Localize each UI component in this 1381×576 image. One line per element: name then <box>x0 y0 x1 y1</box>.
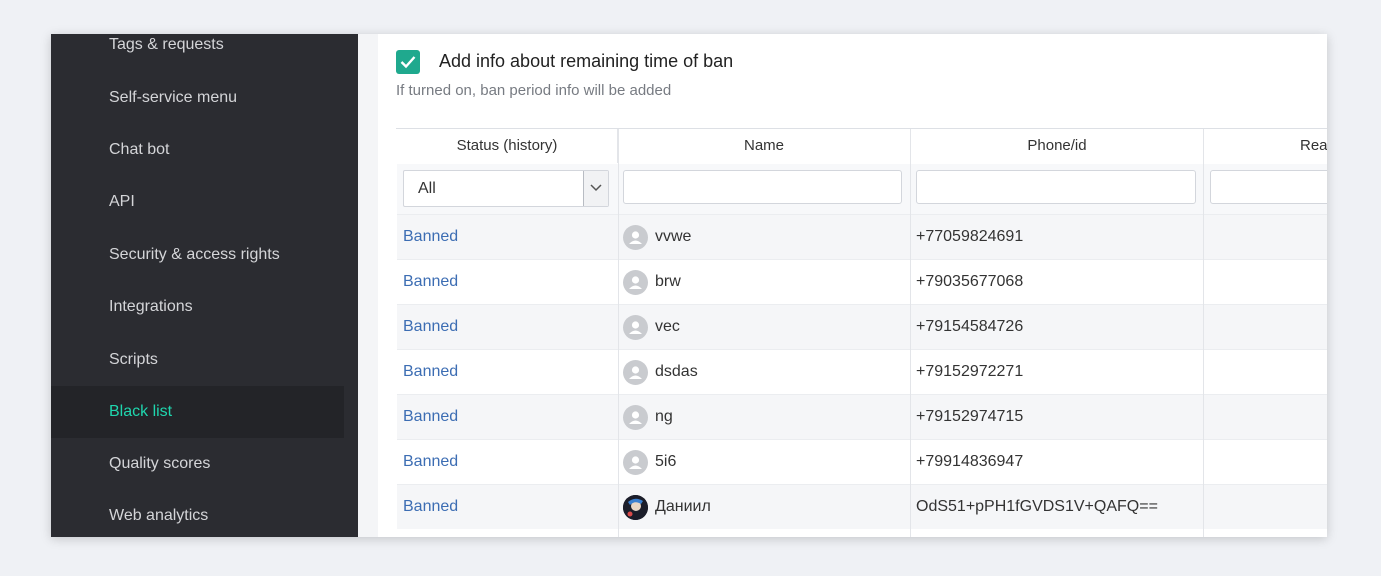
sidebar-item-security[interactable]: Security & access rights <box>51 229 344 281</box>
status-link[interactable]: Banned <box>403 395 458 439</box>
name-filter-input[interactable] <box>623 170 902 204</box>
column-header-reason[interactable]: Reas <box>1204 129 1327 163</box>
status-link[interactable]: Banned <box>403 305 458 349</box>
phone-cell: OdS51+pPH1fGVDS1V+QAFQ== <box>916 498 1158 515</box>
status-link[interactable]: Banned <box>403 215 458 259</box>
phone-cell: +77059824691 <box>916 228 1024 245</box>
sidebar-item-quality-scores[interactable]: Quality scores <box>51 438 344 490</box>
sidebar-item-integrations[interactable]: Integrations <box>51 281 344 333</box>
name-cell: vec <box>655 318 680 335</box>
sidebar: Tags & requests Self-service menu Chat b… <box>51 34 358 537</box>
ban-time-label[interactable]: Add info about remaining time of ban <box>439 51 733 72</box>
table-row[interactable]: Banned ng +79152974715 <box>397 394 1327 439</box>
name-cell: Даниил <box>655 498 711 515</box>
phone-cell: +79035677068 <box>916 273 1024 290</box>
sidebar-item-api[interactable]: API <box>51 176 344 228</box>
name-cell: brw <box>655 273 681 290</box>
column-divider <box>1203 129 1204 537</box>
table-row[interactable]: Banned dsdas +79152972271 <box>397 349 1327 394</box>
default-user-icon <box>629 456 642 469</box>
sidebar-item-self-service-menu[interactable]: Self-service menu <box>51 72 344 124</box>
status-filter-select[interactable]: All <box>403 170 609 207</box>
table-row[interactable]: Banned vec +79154584726 <box>397 304 1327 349</box>
name-cell: 5i6 <box>655 453 677 470</box>
status-link[interactable]: Banned <box>403 350 458 394</box>
column-header-name[interactable]: Name <box>618 129 911 163</box>
avatar <box>623 495 648 520</box>
name-cell: dsdas <box>655 363 698 380</box>
check-icon <box>400 56 416 69</box>
app-window: Tags & requests Self-service menu Chat b… <box>51 34 1327 537</box>
sidebar-item-black-list[interactable]: Black list <box>51 386 344 438</box>
status-link[interactable]: Banned <box>403 440 458 484</box>
name-cell: vvwe <box>655 228 692 245</box>
filter-row: All <box>397 164 1327 214</box>
default-user-icon <box>629 276 642 289</box>
status-filter-value: All <box>418 180 436 197</box>
sidebar-item-tags-requests[interactable]: Tags & requests <box>51 34 344 71</box>
status-link[interactable]: Banned <box>403 260 458 304</box>
avatar <box>623 360 648 385</box>
column-header-status[interactable]: Status (history) <box>397 129 618 163</box>
column-divider <box>910 129 911 537</box>
avatar <box>623 270 648 295</box>
default-user-icon <box>629 366 642 379</box>
phone-cell: +79914836947 <box>916 453 1024 470</box>
default-user-icon <box>629 321 642 334</box>
sidebar-item-scripts[interactable]: Scripts <box>51 334 344 386</box>
avatar <box>623 225 648 250</box>
table-row[interactable]: Banned brw +79035677068 <box>397 259 1327 304</box>
column-divider <box>618 129 619 537</box>
column-header-phone[interactable]: Phone/id <box>911 129 1204 163</box>
table-row[interactable]: Banned vvwe +77059824691 <box>397 214 1327 259</box>
name-cell: ng <box>655 408 673 425</box>
status-link[interactable]: Banned <box>403 485 458 529</box>
user-photo-icon <box>623 495 648 520</box>
default-user-icon <box>629 231 642 244</box>
avatar <box>623 315 648 340</box>
table-row[interactable]: Banned 5i6 +79914836947 <box>397 439 1327 484</box>
select-toggle[interactable] <box>583 171 608 206</box>
ban-time-hint: If turned on, ban period info will be ad… <box>396 82 672 99</box>
phone-cell: +79152974715 <box>916 408 1024 425</box>
avatar <box>623 405 648 430</box>
sidebar-item-chat-bot[interactable]: Chat bot <box>51 124 344 176</box>
reason-filter-input[interactable] <box>1210 170 1327 204</box>
phone-cell: +79152972271 <box>916 363 1024 380</box>
chevron-down-icon <box>590 184 602 192</box>
ban-time-checkbox[interactable] <box>396 50 420 74</box>
blacklist-table: Status (history) Name Phone/id Reas All … <box>396 128 1327 537</box>
phone-cell: +79154584726 <box>916 318 1024 335</box>
content-gutter <box>358 34 378 537</box>
default-user-icon <box>629 411 642 424</box>
avatar <box>623 450 648 475</box>
table-row[interactable]: Banned Даниил OdS51+pPH1fGVDS1V+QAFQ== <box>397 484 1327 529</box>
sidebar-item-web-analytics[interactable]: Web analytics <box>51 490 344 537</box>
phone-filter-input[interactable] <box>916 170 1196 204</box>
